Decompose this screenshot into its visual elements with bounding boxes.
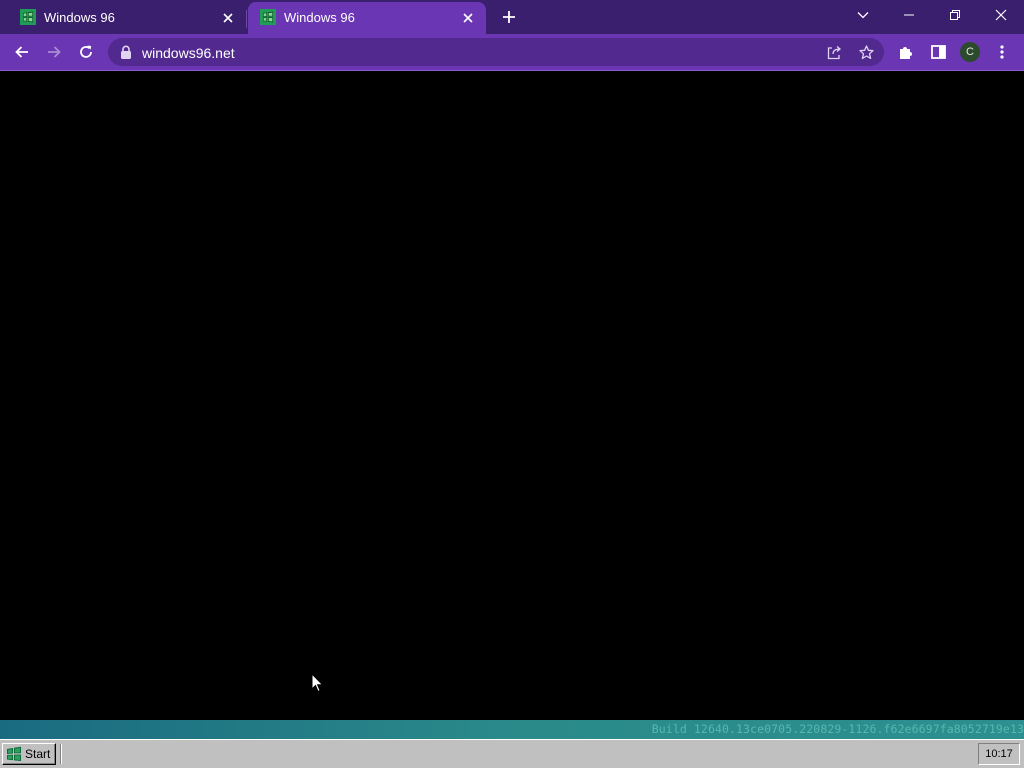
minimize-icon bbox=[904, 14, 914, 16]
share-icon bbox=[827, 45, 841, 59]
chevron-down-icon bbox=[857, 12, 869, 19]
tab-search-button[interactable] bbox=[840, 0, 886, 30]
url-text[interactable]: windows96.net bbox=[142, 45, 235, 61]
start-button[interactable]: Start bbox=[2, 743, 56, 765]
profile-avatar[interactable]: C bbox=[960, 42, 980, 62]
build-string: Build 12640.13ce0705.220829-1126.f62e669… bbox=[651, 722, 1024, 736]
bookmark-button[interactable] bbox=[856, 42, 876, 62]
browser-tab-active[interactable]: Windows 96 bbox=[248, 2, 486, 34]
share-button[interactable] bbox=[824, 42, 844, 62]
new-tab-button[interactable] bbox=[497, 5, 521, 29]
lock-icon[interactable] bbox=[120, 45, 132, 59]
browser-menu-button[interactable] bbox=[988, 38, 1016, 66]
browser-tab-strip: Windows 96 Windows 96 bbox=[0, 0, 1024, 34]
side-panel-button[interactable] bbox=[924, 38, 952, 66]
reload-button[interactable] bbox=[72, 38, 100, 66]
star-icon bbox=[858, 44, 874, 59]
close-tab-icon[interactable] bbox=[458, 8, 478, 28]
address-bar[interactable]: windows96.net bbox=[108, 38, 884, 66]
windows96-logo-icon bbox=[260, 9, 276, 25]
reload-icon bbox=[80, 45, 92, 58]
forward-button[interactable] bbox=[40, 38, 68, 66]
taskbar-divider bbox=[60, 744, 62, 764]
arrow-right-icon bbox=[48, 46, 61, 58]
extensions-button[interactable] bbox=[892, 38, 920, 66]
kebab-menu-icon bbox=[1000, 45, 1004, 59]
windows96-logo-icon bbox=[7, 746, 21, 761]
plus-icon bbox=[503, 11, 515, 23]
system-tray-clock[interactable]: 10:17 bbox=[978, 743, 1020, 765]
w96-desktop[interactable] bbox=[0, 71, 1024, 720]
clock-text: 10:17 bbox=[985, 748, 1013, 760]
close-window-button[interactable] bbox=[978, 0, 1024, 30]
side-panel-icon bbox=[930, 45, 946, 59]
tab-separator bbox=[246, 10, 247, 28]
tab-title: Windows 96 bbox=[44, 10, 115, 25]
w96-build-bar: Build 12640.13ce0705.220829-1126.f62e669… bbox=[0, 720, 1024, 739]
tab-title: Windows 96 bbox=[284, 10, 355, 25]
browser-toolbar: windows96.net C bbox=[0, 34, 1024, 70]
minimize-button[interactable] bbox=[886, 0, 932, 30]
close-tab-icon[interactable] bbox=[218, 8, 238, 28]
start-label: Start bbox=[25, 747, 51, 761]
mouse-pointer-icon bbox=[311, 673, 324, 693]
puzzle-icon bbox=[900, 47, 912, 59]
arrow-left-icon bbox=[15, 46, 28, 58]
restore-button[interactable] bbox=[932, 0, 978, 30]
window-controls bbox=[840, 0, 1024, 30]
windows96-logo-icon bbox=[20, 9, 36, 25]
close-icon bbox=[995, 9, 1007, 21]
back-button[interactable] bbox=[8, 38, 36, 66]
restore-icon bbox=[950, 10, 960, 20]
w96-taskbar: Start 10:17 bbox=[0, 739, 1024, 768]
browser-tab[interactable]: Windows 96 bbox=[8, 2, 246, 34]
